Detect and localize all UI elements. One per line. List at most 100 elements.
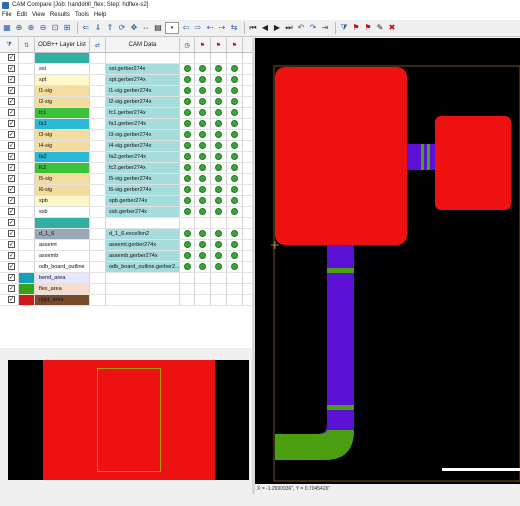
visibility-checkbox[interactable]: ✓ [8, 76, 15, 83]
layer-name-cell[interactable]: assemt [35, 240, 90, 250]
visibility-checkbox[interactable]: ✓ [8, 241, 15, 248]
previous-icon[interactable]: ◀ [260, 23, 270, 33]
layer-name-cell[interactable]: assemb [35, 251, 90, 261]
table-row[interactable]: ✓ [0, 53, 252, 64]
visibility-checkbox[interactable]: ✓ [8, 285, 15, 292]
visibility-checkbox[interactable]: ✓ [8, 208, 15, 215]
menu-edit[interactable]: Edit [17, 12, 27, 18]
visibility-checkbox[interactable]: ✓ [8, 65, 15, 72]
visibility-checkbox[interactable]: ✓ [8, 175, 15, 182]
table-row[interactable]: ✓ l2-sig l2-sig.gerber274x [0, 97, 252, 108]
layer-name-cell[interactable]: sst [35, 64, 90, 74]
pan-left-icon[interactable]: ⇐ [81, 23, 91, 33]
table-row[interactable]: ✓ assemb assemb.gerber274x [0, 251, 252, 262]
layer-name-cell[interactable]: l1-sig [35, 86, 90, 96]
cam-data-cell[interactable]: fa1.gerber274x [106, 119, 180, 129]
table-row[interactable]: ✓ sst sst.gerber274x [0, 64, 252, 75]
zoom-fit-icon[interactable]: ⊡ [50, 23, 60, 33]
cam-data-cell[interactable] [106, 273, 180, 283]
visibility-checkbox[interactable]: ✓ [8, 109, 15, 116]
menu-file[interactable]: File [2, 12, 12, 18]
cam-data-cell[interactable]: l6-sig.gerber274x [106, 185, 180, 195]
forward-icon[interactable]: ⇢ [217, 23, 227, 33]
play-icon[interactable]: ▶ [272, 23, 282, 33]
visibility-checkbox[interactable]: ✓ [8, 142, 15, 149]
next-arrow-icon[interactable]: ⇨ [193, 23, 203, 33]
board-canvas[interactable] [255, 38, 520, 484]
cam-data-cell[interactable] [106, 295, 180, 305]
layer-name-cell[interactable]: l2-sig [35, 97, 90, 107]
table-row[interactable]: ✓ l1-sig l1-sig.gerber274x [0, 86, 252, 97]
cam-data-cell[interactable]: assemt.gerber274x [106, 240, 180, 250]
zoom-out-icon[interactable]: ⊖ [38, 23, 48, 33]
visibility-checkbox[interactable]: ✓ [8, 164, 15, 171]
table-row[interactable]: ✓ spb spb.gerber274x [0, 196, 252, 207]
measure-icon[interactable]: ⇔ [141, 23, 151, 33]
cam-data-cell[interactable]: sst.gerber274x [106, 64, 180, 74]
layer-name-cell[interactable]: odb_board_outline [35, 262, 90, 272]
layer-name-cell[interactable]: spb [35, 196, 90, 206]
cam-data-cell[interactable]: spb.gerber274x [106, 196, 180, 206]
visibility-checkbox[interactable]: ✓ [8, 98, 15, 105]
cam-data-cell[interactable] [106, 284, 180, 294]
filter-icon[interactable]: ⧩ [339, 23, 349, 33]
layer-name-cell[interactable]: l3-sig [35, 130, 90, 140]
clock-icon[interactable]: ◷ [180, 38, 195, 52]
menu-help[interactable]: Help [94, 12, 106, 18]
prev-arrow-icon[interactable]: ⇦ [181, 23, 191, 33]
layer-name-cell[interactable]: l5-sig [35, 174, 90, 184]
cam-data-cell[interactable]: odb_board_outline.gerber2... [106, 262, 180, 272]
filter-icon[interactable]: ⧩ [0, 38, 19, 52]
visibility-checkbox[interactable]: ✓ [8, 153, 15, 160]
table-row[interactable]: ✓ assemt assemt.gerber274x [0, 240, 252, 251]
visibility-checkbox[interactable]: ✓ [8, 54, 15, 61]
step-back-icon[interactable]: ↶ [296, 23, 306, 33]
cam-data-cell[interactable]: assemb.gerber274x [106, 251, 180, 261]
cam-data-cell[interactable]: l3-sig.gerber274x [106, 130, 180, 140]
layer-name-cell[interactable]: d_1_6 [35, 229, 90, 239]
jump-icon[interactable]: ⇥ [320, 23, 330, 33]
flip-icon[interactable]: ⇆ [229, 23, 239, 33]
zoom-box-icon[interactable]: ⊞ [62, 23, 72, 33]
layer-name-cell[interactable]: spt [35, 75, 90, 85]
cam-data-cell[interactable]: l1-sig.gerber274x [106, 86, 180, 96]
layer-list-header[interactable]: ODB++ Layer List [35, 38, 90, 52]
table-row[interactable]: ✓ fc1 fc1.gerber274x [0, 108, 252, 119]
table-row[interactable]: ✓ bend_area [0, 273, 252, 284]
visibility-checkbox[interactable]: ✓ [8, 296, 15, 303]
cam-data-cell[interactable]: fc2.gerber274x [106, 163, 180, 173]
table-row[interactable]: ✓ d_1_6 d_1_6.excellon2 [0, 229, 252, 240]
visibility-checkbox[interactable]: ✓ [8, 131, 15, 138]
table-row[interactable]: ✓ [0, 218, 252, 229]
step-forward-icon[interactable]: ↷ [308, 23, 318, 33]
link-icon[interactable]: ⇄ [90, 38, 106, 52]
table-row[interactable]: ✓ rigid_area [0, 295, 252, 306]
zoom-icon[interactable]: ⊕ [14, 23, 24, 33]
layer-name-cell[interactable]: bend_area [35, 273, 90, 283]
cam-data-cell[interactable]: l5-sig.gerber274x [106, 174, 180, 184]
menu-results[interactable]: Results [50, 12, 70, 18]
cam-data-cell[interactable]: d_1_6.excellon2 [106, 229, 180, 239]
visibility-checkbox[interactable]: ✓ [8, 252, 15, 259]
layer-name-cell[interactable]: flex_area [35, 284, 90, 294]
last-icon[interactable]: ⏭ [284, 23, 294, 33]
sort-icon[interactable]: ⇅ [19, 38, 35, 52]
layer-name-cell[interactable] [35, 53, 90, 63]
cam-data-cell[interactable] [106, 53, 180, 63]
pan-down-icon[interactable]: ⇓ [93, 23, 103, 33]
back-icon[interactable]: ⇠ [205, 23, 215, 33]
compare-flag-icon[interactable]: ⚑ [211, 38, 227, 52]
menu-view[interactable]: View [32, 12, 45, 18]
delete-icon[interactable]: ✖ [387, 23, 397, 33]
table-row[interactable]: ✓ ssb ssb.gerber274x [0, 207, 252, 218]
refresh-icon[interactable]: ⟳ [117, 23, 127, 33]
diff-flag-icon[interactable]: ⚑ [227, 38, 243, 52]
menu-tools[interactable]: Tools [75, 12, 89, 18]
layer-name-cell[interactable]: rigid_area [35, 295, 90, 305]
table-row[interactable]: ✓ odb_board_outline odb_board_outline.gerb… [0, 262, 252, 273]
table-row[interactable]: ✓ fa2 fa2.gerber274x [0, 152, 252, 163]
pan-icon[interactable]: ✥ [129, 23, 139, 33]
layer-name-cell[interactable]: fa1 [35, 119, 90, 129]
visibility-checkbox[interactable]: ✓ [8, 120, 15, 127]
table-row[interactable]: ✓ l5-sig l5-sig.gerber274x [0, 174, 252, 185]
